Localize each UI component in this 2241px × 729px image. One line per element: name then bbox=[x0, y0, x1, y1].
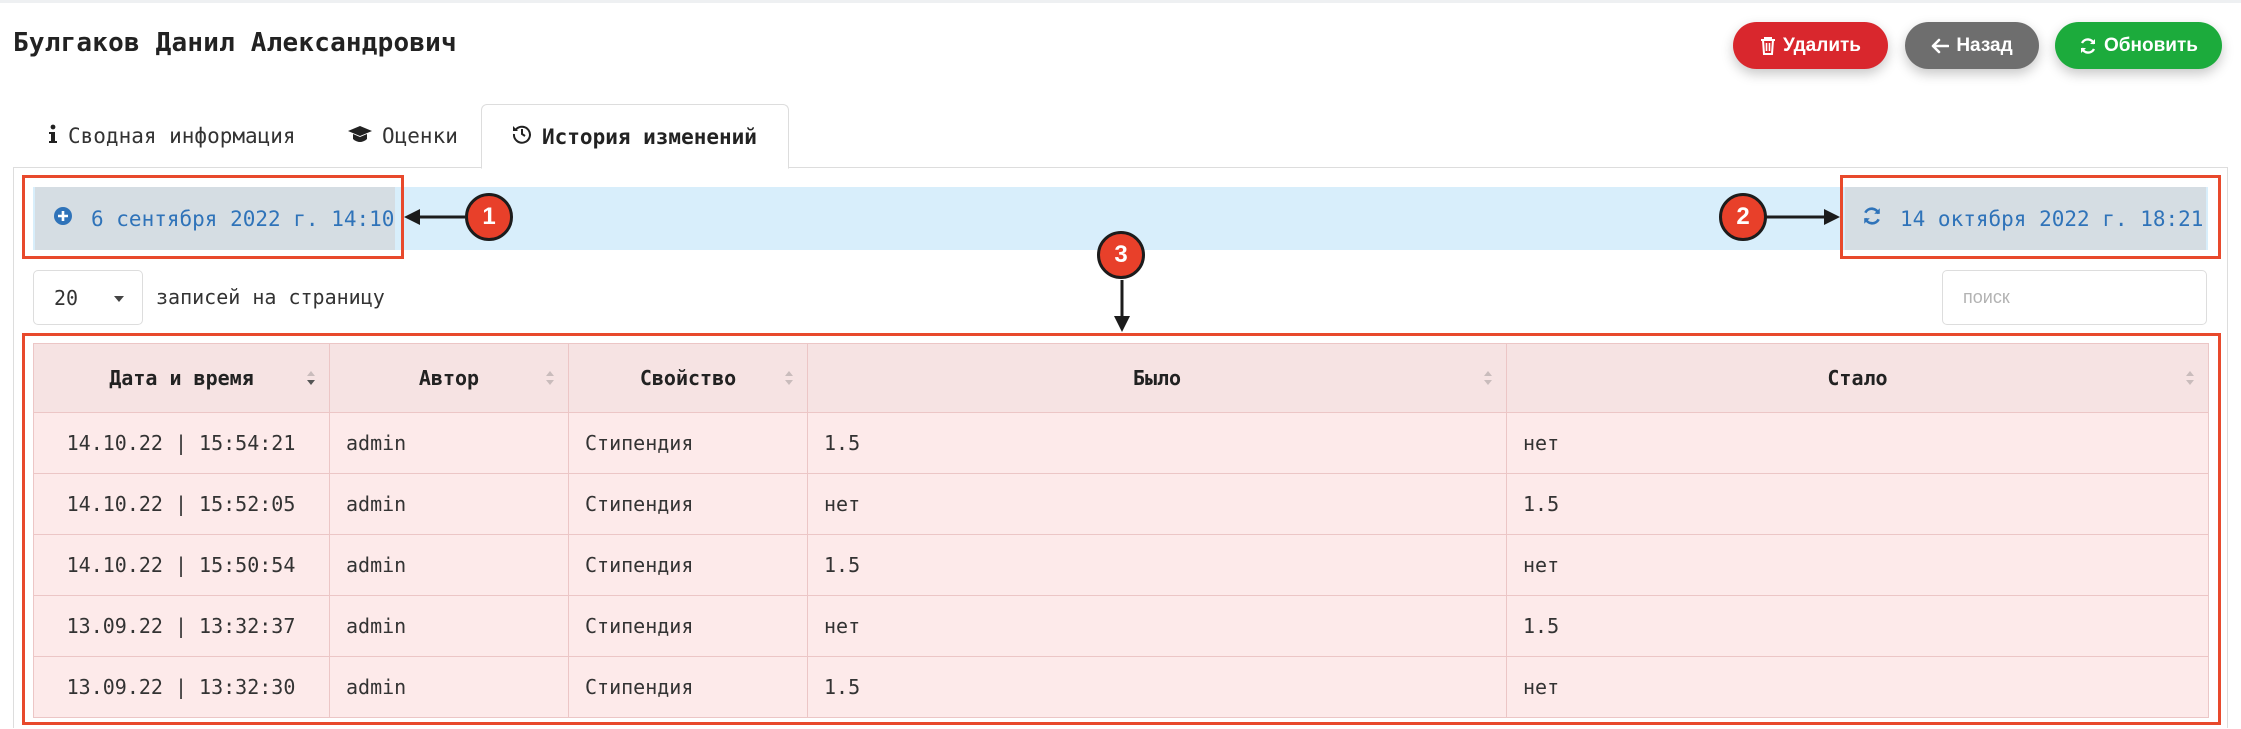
annotation-badge-3: 3 bbox=[1097, 231, 1145, 279]
annotation-badge-2: 2 bbox=[1719, 193, 1767, 241]
annotation-badge-1: 1 bbox=[465, 193, 513, 241]
annotation-arrows bbox=[404, 209, 1840, 332]
